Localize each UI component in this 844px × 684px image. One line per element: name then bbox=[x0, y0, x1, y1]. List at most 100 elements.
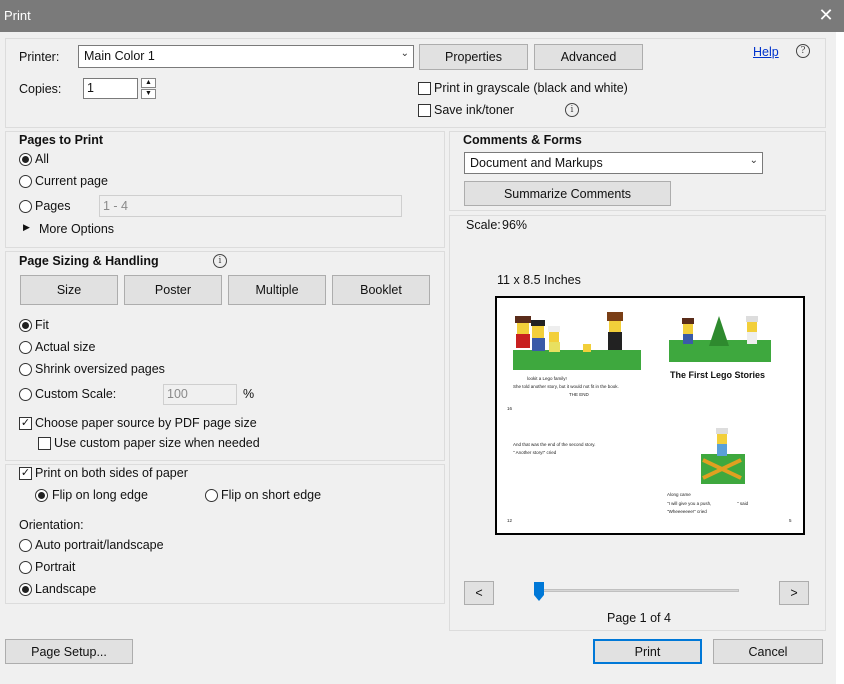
custom-scale-label: Custom Scale: bbox=[35, 387, 117, 401]
scale-label: Scale: bbox=[466, 218, 501, 232]
paper-size-label: 11 x 8.5 Inches bbox=[497, 273, 581, 287]
page-number-right-bottom: 5 bbox=[789, 518, 792, 523]
page-text-6: Along came bbox=[667, 492, 691, 497]
copies-input[interactable]: 1 bbox=[83, 78, 138, 99]
pages-range-value: 1 - 4 bbox=[103, 199, 129, 213]
actual-size-radio[interactable] bbox=[19, 341, 32, 354]
all-pages-label: All bbox=[35, 152, 49, 166]
prev-page-button[interactable]: < bbox=[464, 581, 494, 605]
title-bar: Print ✕ bbox=[0, 0, 844, 32]
pages-range-input[interactable]: 1 - 4 bbox=[99, 195, 402, 217]
short-edge-radio[interactable] bbox=[205, 489, 218, 502]
portrait-label: Portrait bbox=[35, 560, 76, 574]
page-text-2: She told another story, but it would not… bbox=[513, 384, 619, 389]
page-text-3: THE END bbox=[569, 392, 589, 397]
tab-size[interactable]: Size bbox=[20, 275, 118, 305]
properties-button[interactable]: Properties bbox=[419, 44, 528, 70]
page-text-1: lookit a Lego family! bbox=[527, 376, 567, 381]
help-info-icon[interactable]: ? bbox=[796, 44, 810, 58]
page-slider-thumb[interactable] bbox=[534, 582, 544, 601]
long-edge-label: Flip on long edge bbox=[52, 488, 148, 502]
page-text-5: " Another story!" cried bbox=[513, 450, 557, 455]
printer-select[interactable]: Main Color 1 ⌄ bbox=[78, 45, 414, 68]
lego-family-image bbox=[513, 312, 641, 370]
percent-label: % bbox=[243, 387, 255, 401]
book-title: The First Lego Stories bbox=[670, 370, 766, 380]
scale-value: 96% bbox=[502, 218, 528, 232]
help-link[interactable]: Help bbox=[753, 45, 779, 59]
pages-to-print-title: Pages to Print bbox=[19, 133, 104, 147]
comments-forms-title: Comments & Forms bbox=[463, 133, 582, 147]
auto-orientation-radio[interactable] bbox=[19, 539, 32, 552]
fit-radio[interactable] bbox=[19, 319, 32, 332]
pages-range-radio[interactable] bbox=[19, 200, 32, 213]
custom-scale-input[interactable]: 100 bbox=[163, 384, 237, 405]
custom-scale-value: 100 bbox=[167, 387, 188, 401]
page-text-7: "I will give you a push, bbox=[667, 501, 712, 506]
summarize-comments-button[interactable]: Summarize Comments bbox=[464, 181, 671, 206]
page-indicator: Page 1 of 4 bbox=[607, 611, 671, 625]
fit-label: Fit bbox=[35, 318, 49, 332]
window-edge bbox=[836, 32, 844, 684]
both-sides-label: Print on both sides of paper bbox=[35, 466, 188, 480]
chevron-down-icon: ⌄ bbox=[400, 48, 409, 59]
portrait-radio[interactable] bbox=[19, 561, 32, 574]
chevron-down-icon: ⌄ bbox=[749, 155, 758, 166]
page-text-9: "Wheeeeeee!" cried bbox=[667, 509, 707, 514]
printer-label: Printer: bbox=[19, 50, 60, 64]
comments-select[interactable]: Document and Markups ⌄ bbox=[464, 152, 763, 174]
all-pages-radio[interactable] bbox=[19, 153, 32, 166]
lego-windmill-image bbox=[701, 428, 745, 484]
page-slider-track[interactable] bbox=[539, 589, 739, 592]
copies-up-icon[interactable]: ▲ bbox=[141, 78, 156, 88]
copies-down-icon[interactable]: ▼ bbox=[141, 89, 156, 99]
grayscale-label: Print in grayscale (black and white) bbox=[434, 81, 628, 95]
paper-source-checkbox[interactable]: ✓ bbox=[19, 417, 32, 430]
long-edge-radio[interactable] bbox=[35, 489, 48, 502]
page-setup-button[interactable]: Page Setup... bbox=[5, 639, 133, 664]
save-ink-info-icon[interactable]: i bbox=[565, 103, 579, 117]
paper-source-label: Choose paper source by PDF page size bbox=[35, 416, 257, 430]
tab-booklet[interactable]: Booklet bbox=[332, 275, 430, 305]
slider-thumb-shape bbox=[534, 582, 544, 601]
landscape-radio[interactable] bbox=[19, 583, 32, 596]
copies-value: 1 bbox=[87, 81, 94, 95]
comments-value: Document and Markups bbox=[470, 156, 603, 170]
expand-triangle-icon[interactable]: ▶ bbox=[23, 222, 30, 233]
next-page-button[interactable]: > bbox=[779, 581, 809, 605]
save-ink-checkbox[interactable] bbox=[418, 104, 431, 117]
save-ink-label: Save ink/toner bbox=[434, 103, 514, 117]
auto-orientation-label: Auto portrait/landscape bbox=[35, 538, 164, 552]
print-button[interactable]: Print bbox=[593, 639, 702, 664]
short-edge-label: Flip on short edge bbox=[221, 488, 322, 502]
orientation-title: Orientation: bbox=[19, 518, 84, 532]
custom-paper-checkbox[interactable] bbox=[38, 437, 51, 450]
shrink-oversized-label: Shrink oversized pages bbox=[35, 362, 165, 376]
custom-paper-label: Use custom paper size when needed bbox=[54, 436, 260, 450]
shrink-oversized-radio[interactable] bbox=[19, 363, 32, 376]
page-number-left-top: 16 bbox=[507, 406, 513, 411]
tab-multiple[interactable]: Multiple bbox=[228, 275, 326, 305]
print-preview-page: lookit a Lego family! She told another s… bbox=[495, 296, 805, 535]
page-sizing-info-icon[interactable]: i bbox=[213, 254, 227, 268]
tab-poster[interactable]: Poster bbox=[124, 275, 222, 305]
more-options-toggle[interactable]: More Options bbox=[39, 222, 114, 236]
cancel-button[interactable]: Cancel bbox=[713, 639, 823, 664]
both-sides-checkbox[interactable]: ✓ bbox=[19, 467, 32, 480]
landscape-label: Landscape bbox=[35, 582, 97, 596]
printer-value: Main Color 1 bbox=[84, 49, 155, 63]
page-text-4: And that was the end of the second story… bbox=[513, 442, 596, 447]
copies-label: Copies: bbox=[19, 82, 62, 96]
close-icon[interactable]: ✕ bbox=[808, 0, 844, 32]
pages-range-label: Pages bbox=[35, 199, 71, 213]
current-page-radio[interactable] bbox=[19, 175, 32, 188]
page-sizing-title: Page Sizing & Handling bbox=[19, 254, 159, 268]
custom-scale-radio[interactable] bbox=[19, 388, 32, 401]
page-number-left-bottom: 12 bbox=[507, 518, 513, 523]
page-text-8: " said bbox=[737, 501, 749, 506]
advanced-button[interactable]: Advanced bbox=[534, 44, 643, 70]
window-title: Print bbox=[4, 8, 31, 23]
grayscale-checkbox[interactable] bbox=[418, 82, 431, 95]
current-page-label: Current page bbox=[35, 174, 108, 188]
actual-size-label: Actual size bbox=[35, 340, 96, 354]
